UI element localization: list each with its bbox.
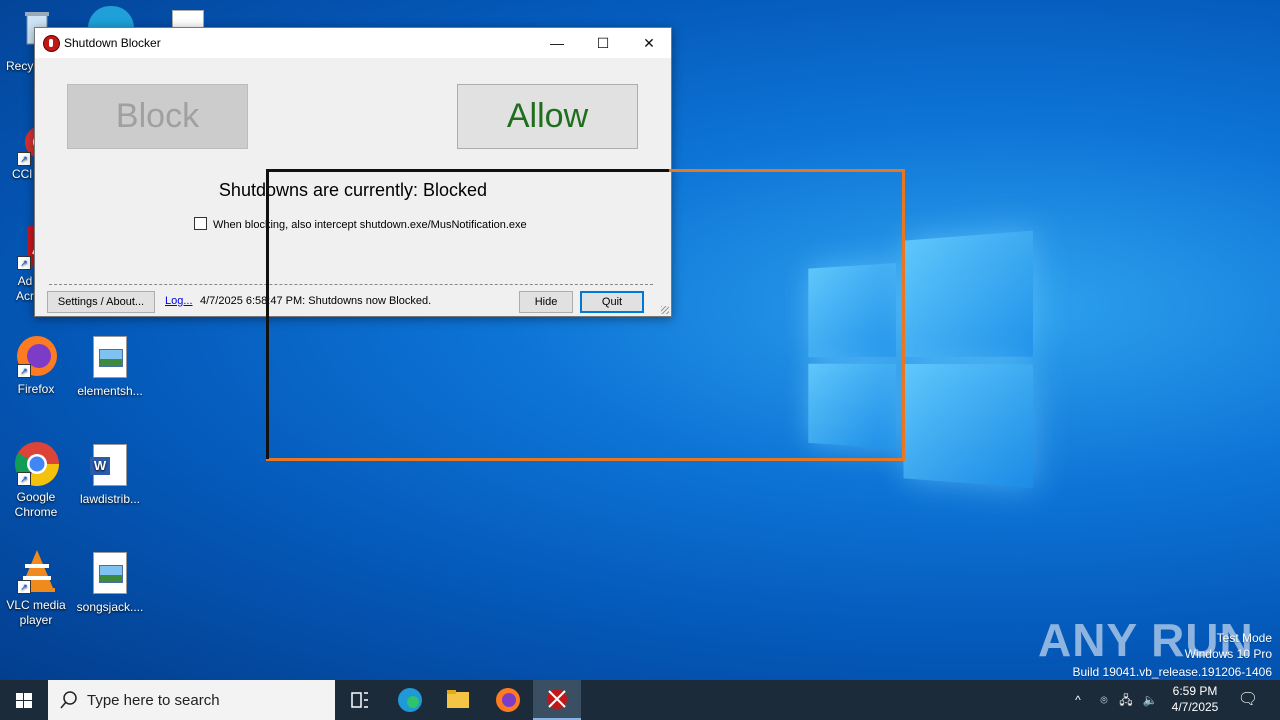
- desktop-icon-vlc[interactable]: ↗ VLC media player: [0, 548, 72, 628]
- firefox-icon: ↗: [13, 332, 59, 378]
- clock[interactable]: 6:59 PM 4/7/2025: [1162, 680, 1228, 720]
- desktop-icon-google-chrome[interactable]: ↗ Google Chrome: [0, 440, 72, 520]
- shortcut-arrow-icon: ↗: [17, 152, 31, 166]
- start-button[interactable]: [0, 680, 48, 720]
- folder-icon: [447, 690, 469, 708]
- word-file-icon: W: [90, 444, 127, 486]
- settings-about-button[interactable]: Settings / About...: [47, 291, 155, 313]
- network-icon[interactable]: 🖧: [1116, 680, 1136, 720]
- test-mode-text: Test Mode: [1216, 631, 1272, 645]
- shortcut-arrow-icon: ↗: [17, 256, 31, 270]
- checkbox-box[interactable]: [194, 217, 207, 230]
- tray-app-icon[interactable]: ⌾: [1094, 680, 1114, 720]
- image-file-icon: [93, 336, 127, 378]
- shortcut-arrow-icon: ↗: [17, 580, 31, 594]
- title-bar[interactable]: Shutdown Blocker — ☐ ✕: [35, 28, 671, 58]
- clock-time: 6:59 PM: [1172, 684, 1218, 698]
- clock-date: 4/7/2025: [1171, 700, 1219, 714]
- build-text: Build 19041.vb_release.191206-1406: [1072, 665, 1273, 679]
- taskbar-search-box[interactable]: Type here to search: [48, 680, 335, 720]
- search-placeholder: Type here to search: [87, 692, 220, 709]
- shortcut-arrow-icon: ↗: [17, 472, 31, 486]
- black-highlight-rect: [266, 169, 669, 459]
- task-view-icon: [351, 692, 368, 708]
- desktop-icon-elementsh[interactable]: elementsh...: [74, 332, 146, 399]
- maximize-button[interactable]: ☐: [580, 28, 626, 58]
- log-link[interactable]: Log...: [165, 295, 193, 307]
- firefox-icon: [496, 688, 520, 712]
- desktop-icon-lawdistrib[interactable]: W lawdistrib...: [74, 440, 146, 507]
- window-title: Shutdown Blocker: [64, 36, 161, 50]
- firefox-taskbar-button[interactable]: [484, 680, 532, 720]
- shutdown-blocker-icon: [547, 689, 567, 709]
- volume-icon[interactable]: 🔈: [1140, 680, 1160, 720]
- taskbar: Type here to search ^ ⌾ 🖧 🔈 6:59 PM 4/7/…: [0, 680, 1280, 720]
- file-explorer-taskbar-button[interactable]: [434, 680, 482, 720]
- shortcut-arrow-icon: ↗: [17, 364, 31, 378]
- search-icon: [60, 691, 77, 709]
- app-icon: [43, 35, 60, 52]
- close-button[interactable]: ✕: [626, 28, 672, 58]
- desktop-icon-firefox[interactable]: ↗ Firefox: [0, 332, 72, 397]
- edge-icon: [398, 688, 422, 712]
- windows-start-icon: [16, 693, 32, 708]
- desktop-icon-songsjack[interactable]: songsjack....: [74, 548, 146, 615]
- block-button[interactable]: Block: [67, 84, 248, 149]
- allow-button[interactable]: Allow: [457, 84, 638, 149]
- minimize-button[interactable]: —: [534, 28, 580, 58]
- chrome-icon: ↗: [13, 440, 59, 486]
- edge-desktop-icon[interactable]: [88, 6, 134, 28]
- vlc-icon: ↗: [13, 548, 59, 594]
- edition-text: Windows 10 Pro: [1184, 647, 1272, 661]
- notification-center-icon[interactable]: 🗨: [1234, 680, 1262, 720]
- show-hidden-icons-button[interactable]: ^: [1068, 680, 1088, 720]
- image-file-icon: [93, 552, 127, 594]
- shutdown-blocker-taskbar-button[interactable]: [533, 680, 581, 720]
- edge-taskbar-button[interactable]: [386, 680, 434, 720]
- task-view-button[interactable]: [336, 680, 384, 720]
